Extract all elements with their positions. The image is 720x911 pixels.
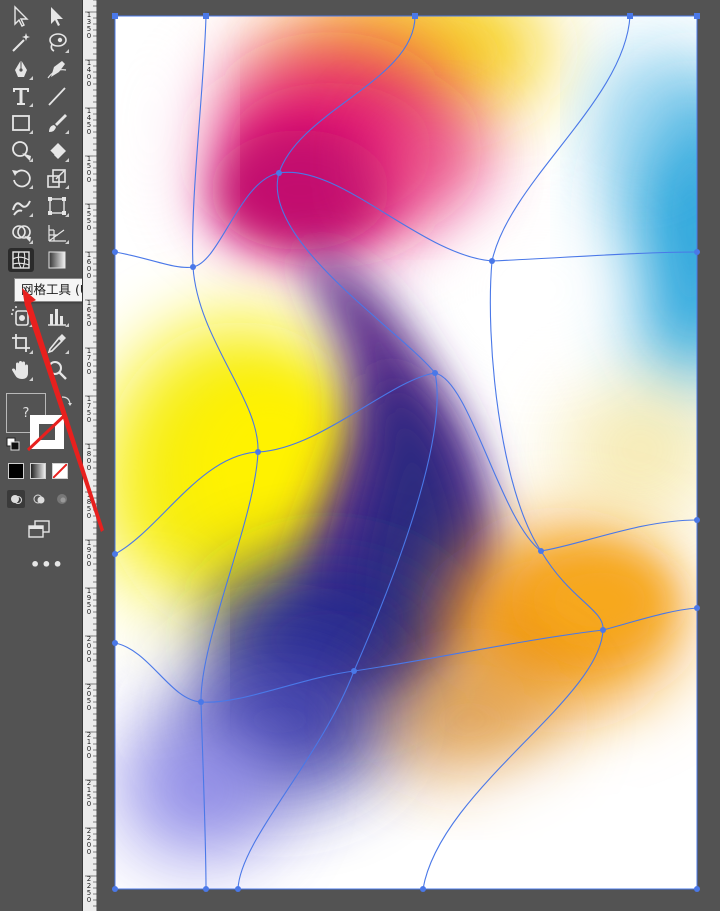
direct-selection-tool[interactable]	[44, 4, 70, 28]
color-mode-button[interactable]	[8, 463, 24, 479]
symbol-sprayer-tool[interactable]	[8, 304, 34, 328]
gradient-mode-button[interactable]	[30, 463, 46, 479]
zoom-icon	[48, 361, 67, 380]
ruler-label: 1650	[86, 299, 92, 328]
swap-fill-stroke-icon[interactable]	[60, 395, 72, 410]
eyedropper-tool[interactable]	[44, 331, 70, 355]
ruler-label: 1900	[86, 539, 92, 568]
ruler-label: 1350	[86, 11, 92, 40]
gradient-tool[interactable]	[44, 248, 70, 272]
rotate-tool[interactable]	[8, 166, 34, 190]
ruler-label: 1500	[86, 155, 92, 184]
ruler-label: 2050	[86, 683, 92, 712]
pen-tool[interactable]	[8, 57, 34, 81]
lasso-tool[interactable]	[44, 30, 70, 54]
direct-selection-icon	[51, 7, 63, 26]
ruler-label: 1850	[86, 491, 92, 520]
perspective-grid-tool[interactable]	[44, 221, 70, 245]
default-colors-icon[interactable]	[6, 437, 20, 454]
draw-behind-icon	[33, 494, 45, 504]
vertical-ruler: 1350 1400 1450 1500 1550 1600 1650 1700 1750 1800…	[82, 0, 97, 911]
selection-arrow-icon	[14, 5, 29, 27]
ruler-label: 1950	[86, 587, 92, 616]
ruler-label: 2250	[86, 875, 92, 904]
selection-tool[interactable]	[8, 4, 34, 28]
shape-builder-tool[interactable]	[8, 221, 34, 245]
line-icon	[48, 87, 66, 106]
none-mode-button[interactable]	[52, 463, 68, 479]
ruler-label: 1600	[86, 251, 92, 280]
hand-tool[interactable]	[8, 358, 34, 382]
column-graph-tool[interactable]	[44, 304, 70, 328]
illustrator-workspace: 网格工具 (U) ? ••• 1350 1400 1450 1500 1550 …	[0, 0, 720, 911]
curvature-tool[interactable]	[44, 57, 70, 81]
edit-toolbar-button[interactable]: •••	[30, 555, 64, 574]
magic-wand-tool[interactable]	[8, 30, 34, 54]
ruler-label: 2100	[86, 731, 92, 760]
gradient-icon	[48, 251, 66, 269]
artboard-tool[interactable]	[8, 331, 34, 355]
rectangle-tool[interactable]	[8, 111, 34, 135]
mesh-icon	[12, 251, 30, 269]
canvas[interactable]	[97, 0, 720, 911]
paintbrush-tool[interactable]	[44, 111, 70, 135]
ruler-label: 1800	[86, 443, 92, 472]
artboard[interactable]	[97, 0, 720, 911]
zoom-tool[interactable]	[44, 358, 70, 382]
draw-inside-icon	[57, 494, 67, 504]
curvature-icon	[47, 61, 67, 79]
scale-tool[interactable]	[44, 166, 70, 190]
screen-mode-icon	[28, 520, 50, 538]
stroke-none-slash	[26, 412, 68, 452]
ruler-label: 1450	[86, 107, 92, 136]
draw-normal-button[interactable]	[7, 490, 25, 508]
ruler-label: 1400	[86, 59, 92, 88]
free-transform-tool[interactable]	[44, 194, 70, 218]
ruler-label: 2000	[86, 635, 92, 664]
ruler-label: 2200	[86, 827, 92, 856]
magic-wand-icon	[12, 33, 30, 52]
draw-behind-button[interactable]	[30, 490, 48, 508]
mesh-tool[interactable]	[8, 248, 34, 272]
ruler-label: 1700	[86, 347, 92, 376]
eraser-tool[interactable]	[44, 139, 70, 163]
shaper-tool[interactable]	[8, 139, 34, 163]
ruler-label: 1750	[86, 395, 92, 424]
warp-tool[interactable]	[8, 194, 34, 218]
draw-normal-icon	[11, 495, 22, 504]
draw-inside-button[interactable]	[53, 490, 71, 508]
type-tool[interactable]	[8, 84, 34, 108]
ruler-label: 2150	[86, 779, 92, 808]
tools-panel: 网格工具 (U) ? •••	[0, 0, 101, 911]
ruler-label: 1550	[86, 203, 92, 232]
line-segment-tool[interactable]	[44, 84, 70, 108]
screen-mode-button[interactable]	[26, 517, 52, 541]
